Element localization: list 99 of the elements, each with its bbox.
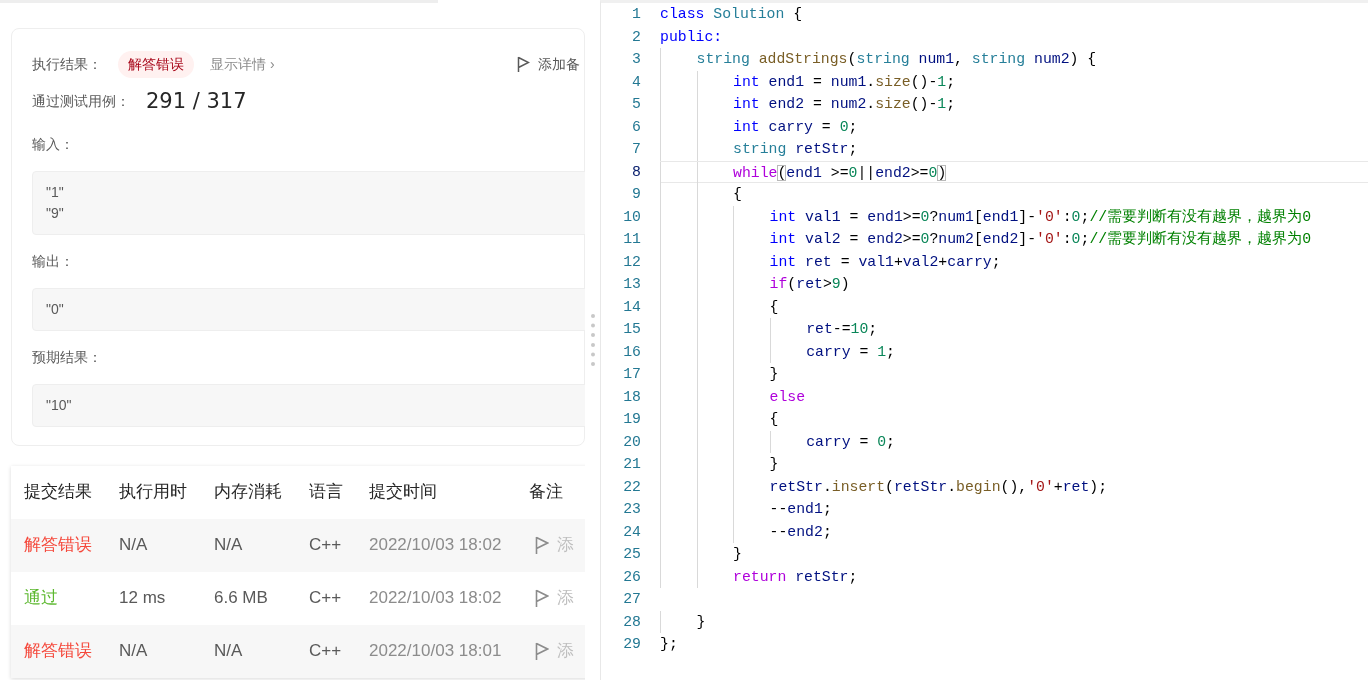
- line-number: 29: [622, 635, 641, 654]
- column-header: 提交时间: [369, 481, 438, 504]
- code-line: string retStr;: [660, 138, 1368, 161]
- code-line: int val2 = end2>=0?num2[end2]-'0':0;//需要判断有没有越界，越界为0: [660, 228, 1368, 251]
- code-line: };: [660, 635, 679, 654]
- flag-icon[interactable]: [535, 535, 549, 555]
- line-number: 22: [622, 477, 641, 497]
- table-cell-text: 2022/10/03 18:02: [369, 534, 503, 557]
- table-cell-text: N/A: [119, 640, 149, 663]
- io-label: 输出：: [32, 251, 75, 271]
- code-editor[interactable]: [600, 0, 1368, 680]
- line-number: 5: [631, 95, 641, 114]
- table-cell-text: 2022/10/03 18:02: [369, 587, 503, 610]
- flag-icon: [517, 56, 530, 73]
- line-number: 28: [622, 612, 641, 632]
- io-label: 预期结果：: [32, 347, 103, 367]
- column-header: 备注: [529, 481, 563, 504]
- code-line: if(ret>9): [660, 273, 1368, 296]
- line-number: 19: [622, 410, 641, 429]
- line-number: 11: [622, 230, 641, 249]
- line-number: 17: [622, 365, 641, 384]
- result-status: 解答错误: [118, 51, 194, 78]
- line-number: 9: [631, 185, 641, 204]
- code-line: int end2 = num2.size()-1;: [660, 93, 1368, 116]
- status-text[interactable]: 通过: [11, 585, 119, 611]
- table-cell-text: N/A: [214, 534, 244, 557]
- code-line: string addStrings(string num1, string num2) {: [660, 48, 1368, 71]
- code-line: int end1 = num1.size()-1;: [660, 70, 1368, 93]
- line-number: 6: [631, 117, 641, 137]
- add-note-link[interactable]: 添: [557, 638, 574, 664]
- line-number: 25: [622, 545, 641, 564]
- code-line: else: [660, 385, 1368, 408]
- code-line: carry = 0;: [660, 430, 1368, 453]
- show-details-link[interactable]: 显示详情 ›: [210, 54, 275, 75]
- column-header: 提交结果: [23, 481, 93, 504]
- passed-cases-label: 通过测试用例：: [32, 92, 130, 112]
- line-number: 23: [622, 500, 641, 519]
- column-header: 语言: [309, 481, 344, 504]
- code-line: ret-=10;: [660, 318, 1368, 341]
- code-line: return retStr;: [660, 565, 1368, 588]
- table-cell-text: 2022/10/03 18:01: [369, 640, 503, 663]
- line-number: 21: [622, 455, 641, 474]
- status-text[interactable]: 解答错误: [11, 638, 119, 664]
- line-number: 27: [622, 590, 641, 609]
- code-line: }: [660, 543, 1368, 566]
- io-value-box: "1" "9": [32, 170, 585, 235]
- add-note-link[interactable]: 添: [557, 585, 574, 611]
- flag-icon[interactable]: [535, 588, 549, 608]
- io-label: 输入：: [32, 134, 75, 154]
- code-line: class Solution {: [660, 5, 804, 24]
- table-cell-text: C++: [309, 587, 343, 610]
- code-line: --end2;: [660, 520, 1368, 543]
- result-label: 执行结果：: [32, 55, 102, 74]
- line-number: 13: [622, 275, 641, 294]
- code-line: int carry = 0;: [660, 115, 1368, 138]
- code-line: {: [660, 183, 1368, 206]
- table-cell-text: 6.6 MB: [214, 587, 269, 610]
- line-number: 4: [631, 72, 641, 92]
- table-cell-text: N/A: [214, 640, 244, 663]
- code-line: {: [660, 408, 1368, 431]
- code-line: }: [660, 453, 1368, 476]
- code-line: carry = 1;: [660, 340, 1368, 363]
- line-number: 1: [631, 5, 641, 24]
- line-number: 8: [631, 162, 641, 182]
- line-number: 18: [622, 387, 641, 407]
- line-number: 2: [631, 27, 641, 47]
- table-cell-text: N/A: [119, 534, 149, 557]
- line-number: 16: [622, 342, 641, 362]
- code-line: int ret = val1+val2+carry;: [660, 250, 1368, 273]
- table-cell-text: 12 ms: [119, 587, 167, 610]
- add-note-link[interactable]: 添: [557, 532, 574, 558]
- code-line: --end1;: [660, 498, 1368, 521]
- line-number: 14: [622, 297, 641, 317]
- code-line: {: [660, 295, 1368, 318]
- code-line: retStr.insert(retStr.begin(),'0'+ret);: [660, 475, 1368, 498]
- line-number: 20: [622, 432, 641, 452]
- io-value-box: "10": [32, 383, 585, 427]
- code-line: }: [660, 363, 1368, 386]
- line-number: 3: [631, 50, 641, 69]
- line-number: 7: [631, 140, 641, 159]
- line-number: 10: [622, 207, 641, 227]
- passed-cases-count: 291 / 317: [146, 88, 247, 115]
- flag-icon[interactable]: [535, 641, 549, 661]
- column-header: 执行用时: [119, 481, 188, 504]
- drag-handle-icon[interactable]: [590, 314, 595, 366]
- add-note-button[interactable]: 添加备: [517, 54, 580, 75]
- line-number: 26: [622, 567, 641, 587]
- line-number: 15: [622, 320, 641, 339]
- code-line: public:: [660, 27, 724, 47]
- io-value-box: "0": [32, 287, 585, 331]
- line-number: 12: [622, 252, 641, 272]
- column-header: 内存消耗: [214, 481, 283, 504]
- code-line: while(end1 >=0||end2>=0): [660, 160, 1368, 183]
- code-line: int val1 = end1>=0?num1[end1]-'0':0;//需要判断有没有越界，越界为0: [660, 205, 1368, 228]
- code-line: }: [660, 610, 1368, 633]
- status-text[interactable]: 解答错误: [11, 532, 119, 558]
- line-number: 24: [622, 522, 641, 542]
- table-cell-text: C++: [309, 640, 343, 663]
- table-cell-text: C++: [309, 534, 343, 557]
